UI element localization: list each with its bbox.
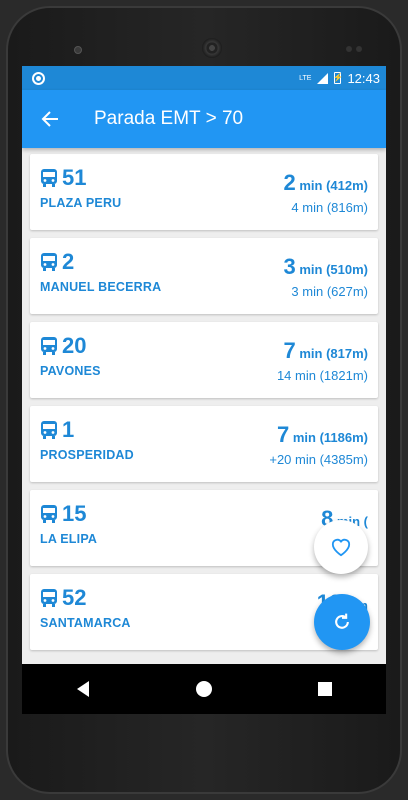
signal-icon xyxy=(317,72,329,84)
arrow-back-icon[interactable] xyxy=(38,107,62,131)
next-arrival: 2 min (412m) xyxy=(283,170,368,196)
notification-icon xyxy=(32,71,45,85)
bus-icon xyxy=(40,336,58,356)
next-arrival-distance: (817m) xyxy=(322,346,368,361)
arrival-card[interactable]: 51 PLAZA PERU 2 min (412m) 4 min (816m) xyxy=(30,154,378,230)
refresh-icon xyxy=(335,613,349,629)
next-arrival-minutes: 7 xyxy=(283,338,296,363)
arrivals-list: 51 PLAZA PERU 2 min (412m) 4 min (816m) 2 MAN… xyxy=(22,148,386,650)
second-arrival: 14 min (1821m) xyxy=(276,368,368,383)
bus-icon xyxy=(40,504,58,524)
next-arrival-minutes: 3 xyxy=(283,254,296,279)
next-arrival: 7 min (817m) xyxy=(277,338,368,364)
second-arrival: +20 min (4385m) xyxy=(269,452,368,467)
nav-recents-icon[interactable] xyxy=(305,669,345,709)
line-number: 2 xyxy=(62,249,75,274)
arrival-card[interactable]: 20 PAVONES 7 min (817m) 14 min (1821m) xyxy=(30,322,378,398)
line-number: 52 xyxy=(62,585,87,610)
next-arrival-unit: min xyxy=(295,262,323,277)
arrival-times: 2 min (412m) 4 min (816m) xyxy=(283,170,368,215)
second-arrival: 3 min (627m) xyxy=(291,284,368,299)
arrival-card[interactable]: 1 PROSPERIDAD 7 min (1186m) +20 min (4385m) xyxy=(30,406,378,482)
next-arrival: 7 min (1186m) xyxy=(269,422,368,448)
second-arrival: 4 min (816m) xyxy=(291,200,368,215)
next-arrival-unit: min xyxy=(289,430,316,445)
battery-icon: ⚡ xyxy=(332,72,343,84)
status-bar: LTE ⚡ 12:43 xyxy=(22,66,386,90)
next-arrival-distance: (1186m) xyxy=(315,430,368,445)
bus-icon xyxy=(40,168,58,188)
navigation-bar xyxy=(22,664,386,714)
network-type: LTE xyxy=(299,74,312,82)
screen: LTE ⚡ 12:43 Parada EMT > 70 51 PLAZA PERU… xyxy=(22,66,386,714)
line-number: 1 xyxy=(62,417,75,442)
line-row: 15 xyxy=(40,502,368,526)
nav-home-icon[interactable] xyxy=(184,669,224,709)
favorite-button[interactable] xyxy=(314,520,368,574)
next-arrival: 3 min (510m) xyxy=(283,254,368,280)
line-number: 20 xyxy=(62,333,87,358)
next-arrival-unit: min xyxy=(295,178,323,193)
heart-outline-icon xyxy=(331,538,351,557)
next-arrival-distance: (412m) xyxy=(322,178,368,193)
next-arrival-unit: min xyxy=(295,346,323,361)
nav-back-icon[interactable] xyxy=(63,669,103,709)
next-arrival-minutes: 2 xyxy=(283,170,296,195)
status-time: 12:43 xyxy=(347,70,380,86)
arrival-times: 3 min (510m) 3 min (627m) xyxy=(283,254,368,299)
line-number: 15 xyxy=(62,501,87,526)
line-number: 51 xyxy=(62,165,87,190)
next-arrival-minutes: 7 xyxy=(276,422,290,447)
bus-icon xyxy=(40,420,58,440)
light-sensor xyxy=(356,46,362,52)
proximity-sensor xyxy=(346,46,352,52)
arrival-card[interactable]: 2 MANUEL BECERRA 3 min (510m) 3 min (627m) xyxy=(30,238,378,314)
next-arrival-distance: ( xyxy=(360,514,368,529)
arrival-times: 7 min (1186m) +20 min (4385m) xyxy=(269,422,368,467)
bus-icon xyxy=(40,252,58,272)
arrival-times: 7 min (817m) 14 min (1821m) xyxy=(277,338,368,383)
next-arrival-distance: (510m) xyxy=(322,262,368,277)
front-camera xyxy=(74,46,82,54)
bus-icon xyxy=(40,588,58,608)
earpiece-speaker xyxy=(202,38,222,58)
toolbar: Parada EMT > 70 xyxy=(22,90,386,148)
page-title: Parada EMT > 70 xyxy=(94,108,244,129)
refresh-button[interactable] xyxy=(314,594,370,650)
